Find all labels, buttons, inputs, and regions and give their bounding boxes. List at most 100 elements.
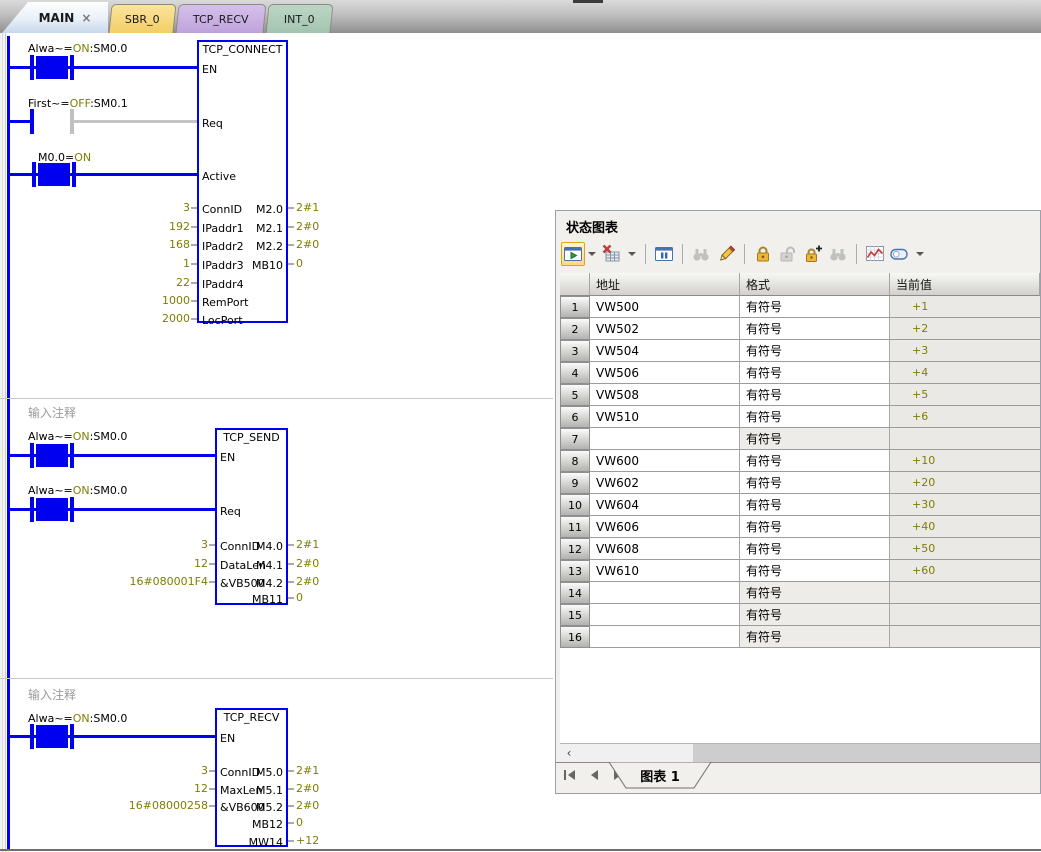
input-value[interactable]: 12 bbox=[40, 557, 208, 570]
unforce-all-icon[interactable] bbox=[827, 243, 849, 265]
value-cell[interactable]: +2 bbox=[890, 318, 1040, 340]
row-number[interactable]: 13 bbox=[560, 560, 590, 582]
contact-closed-m0-0[interactable] bbox=[32, 162, 76, 187]
value-cell[interactable] bbox=[890, 604, 1040, 626]
row-number[interactable]: 8 bbox=[560, 450, 590, 472]
scroll-left-arrow[interactable]: ‹ bbox=[560, 744, 578, 762]
row-number[interactable]: 10 bbox=[560, 494, 590, 516]
input-value[interactable]: 22 bbox=[60, 276, 190, 289]
input-value[interactable]: 2000 bbox=[60, 312, 190, 325]
prev-sheet-button[interactable] bbox=[587, 768, 601, 782]
format-cell[interactable]: 有符号 bbox=[740, 296, 890, 318]
format-cell[interactable]: 有符号 bbox=[740, 318, 890, 340]
row-number[interactable]: 3 bbox=[560, 340, 590, 362]
address-cell[interactable] bbox=[590, 428, 740, 450]
format-cell[interactable]: 有符号 bbox=[740, 450, 890, 472]
input-value[interactable]: 168 bbox=[60, 238, 190, 251]
network-comment[interactable]: 输入注释 bbox=[28, 404, 76, 421]
read-all-icon[interactable] bbox=[690, 243, 712, 265]
input-value[interactable]: 3 bbox=[40, 764, 208, 777]
address-cell[interactable]: VW606 bbox=[590, 516, 740, 538]
contact-operand-label[interactable]: Alwa~=ON:SM0.0 bbox=[28, 484, 127, 497]
contact-closed-sm0-0[interactable] bbox=[30, 497, 74, 522]
row-number[interactable]: 12 bbox=[560, 538, 590, 560]
address-cell[interactable] bbox=[590, 582, 740, 604]
block-tcp-connect[interactable]: TCP_CONNECT EN Req Active ConnID IPaddr1… bbox=[197, 40, 288, 323]
value-cell[interactable]: +5 bbox=[890, 384, 1040, 406]
format-cell[interactable]: 有符号 bbox=[740, 384, 890, 406]
format-cell[interactable]: 有符号 bbox=[740, 538, 890, 560]
format-cell[interactable]: 有符号 bbox=[740, 494, 890, 516]
input-value[interactable]: 192 bbox=[60, 220, 190, 233]
input-value[interactable]: 1000 bbox=[60, 294, 190, 307]
row-number[interactable]: 4 bbox=[560, 362, 590, 384]
input-value[interactable]: 3 bbox=[60, 201, 190, 214]
address-cell[interactable]: VW504 bbox=[590, 340, 740, 362]
row-number[interactable]: 15 bbox=[560, 604, 590, 626]
row-number[interactable]: 5 bbox=[560, 384, 590, 406]
format-cell[interactable]: 有符号 bbox=[740, 472, 890, 494]
row-number[interactable]: 1 bbox=[560, 296, 590, 318]
contact-open-sm0-1[interactable] bbox=[30, 109, 74, 134]
row-number[interactable]: 2 bbox=[560, 318, 590, 340]
input-value[interactable]: 16#08000258 bbox=[40, 799, 208, 812]
format-cell[interactable]: 有符号 bbox=[740, 582, 890, 604]
value-cell[interactable]: +10 bbox=[890, 450, 1040, 472]
address-cell[interactable]: VW604 bbox=[590, 494, 740, 516]
format-cell[interactable]: 有符号 bbox=[740, 560, 890, 582]
bookmark-dropdown-icon[interactable] bbox=[916, 252, 924, 256]
first-sheet-button[interactable] bbox=[564, 768, 578, 782]
value-cell[interactable]: +20 bbox=[890, 472, 1040, 494]
tab-close-icon[interactable]: × bbox=[81, 11, 91, 25]
value-cell[interactable]: +6 bbox=[890, 406, 1040, 428]
contact-closed-sm0-0[interactable] bbox=[30, 724, 74, 749]
format-cell[interactable]: 有符号 bbox=[740, 428, 890, 450]
value-cell[interactable]: +3 bbox=[890, 340, 1040, 362]
insert-row-dropdown-icon[interactable] bbox=[588, 252, 596, 256]
format-cell[interactable]: 有符号 bbox=[740, 626, 890, 648]
address-cell[interactable]: VW608 bbox=[590, 538, 740, 560]
address-cell[interactable]: VW508 bbox=[590, 384, 740, 406]
value-cell[interactable] bbox=[890, 428, 1040, 450]
input-value[interactable]: 1 bbox=[60, 257, 190, 270]
format-cell[interactable]: 有符号 bbox=[740, 604, 890, 626]
value-cell[interactable]: +40 bbox=[890, 516, 1040, 538]
row-number[interactable]: 9 bbox=[560, 472, 590, 494]
format-cell[interactable]: 有符号 bbox=[740, 340, 890, 362]
address-cell[interactable]: VW600 bbox=[590, 450, 740, 472]
row-number[interactable]: 14 bbox=[560, 582, 590, 604]
contact-closed-sm0-0[interactable] bbox=[30, 55, 74, 80]
block-tcp-recv[interactable]: TCP_RECV EN ConnID MaxLen &VB600 M5.0 M5… bbox=[215, 708, 288, 847]
unforce-icon[interactable] bbox=[777, 243, 799, 265]
format-cell[interactable]: 有符号 bbox=[740, 362, 890, 384]
bookmark-icon[interactable] bbox=[889, 243, 911, 265]
row-number[interactable]: 6 bbox=[560, 406, 590, 428]
address-cell[interactable]: VW502 bbox=[590, 318, 740, 340]
format-cell[interactable]: 有符号 bbox=[740, 516, 890, 538]
write-values-icon[interactable] bbox=[715, 243, 737, 265]
address-cell[interactable]: VW506 bbox=[590, 362, 740, 384]
value-cell[interactable]: +60 bbox=[890, 560, 1040, 582]
contact-operand-label[interactable]: Alwa~=ON:SM0.0 bbox=[28, 42, 127, 55]
horizontal-scrollbar[interactable]: ‹ bbox=[560, 743, 1040, 762]
delete-row-icon[interactable] bbox=[601, 243, 623, 265]
contact-closed-sm0-0[interactable] bbox=[30, 443, 74, 468]
value-cell[interactable]: +1 bbox=[890, 296, 1040, 318]
format-cell[interactable]: 有符号 bbox=[740, 406, 890, 428]
input-value[interactable]: 12 bbox=[40, 782, 208, 795]
chart-status-run-icon[interactable] bbox=[561, 242, 585, 266]
block-tcp-send[interactable]: TCP_SEND EN Req ConnID DataLen &VB500 M4… bbox=[215, 428, 288, 605]
address-cell[interactable]: VW602 bbox=[590, 472, 740, 494]
input-value[interactable]: 3 bbox=[40, 538, 208, 551]
address-cell[interactable] bbox=[590, 604, 740, 626]
network-comment[interactable]: 输入注释 bbox=[28, 686, 76, 703]
value-cell[interactable]: +50 bbox=[890, 538, 1040, 560]
address-cell[interactable]: VW510 bbox=[590, 406, 740, 428]
value-cell[interactable] bbox=[890, 626, 1040, 648]
value-cell[interactable] bbox=[890, 582, 1040, 604]
sheet-tab-chart1[interactable]: 图表 1 bbox=[608, 762, 712, 790]
tab-sbr0[interactable]: SBR_0 bbox=[108, 4, 176, 33]
delete-row-dropdown-icon[interactable] bbox=[628, 252, 636, 256]
tab-tcp-recv[interactable]: TCP_RECV bbox=[175, 4, 266, 33]
trend-view-icon[interactable] bbox=[864, 243, 886, 265]
